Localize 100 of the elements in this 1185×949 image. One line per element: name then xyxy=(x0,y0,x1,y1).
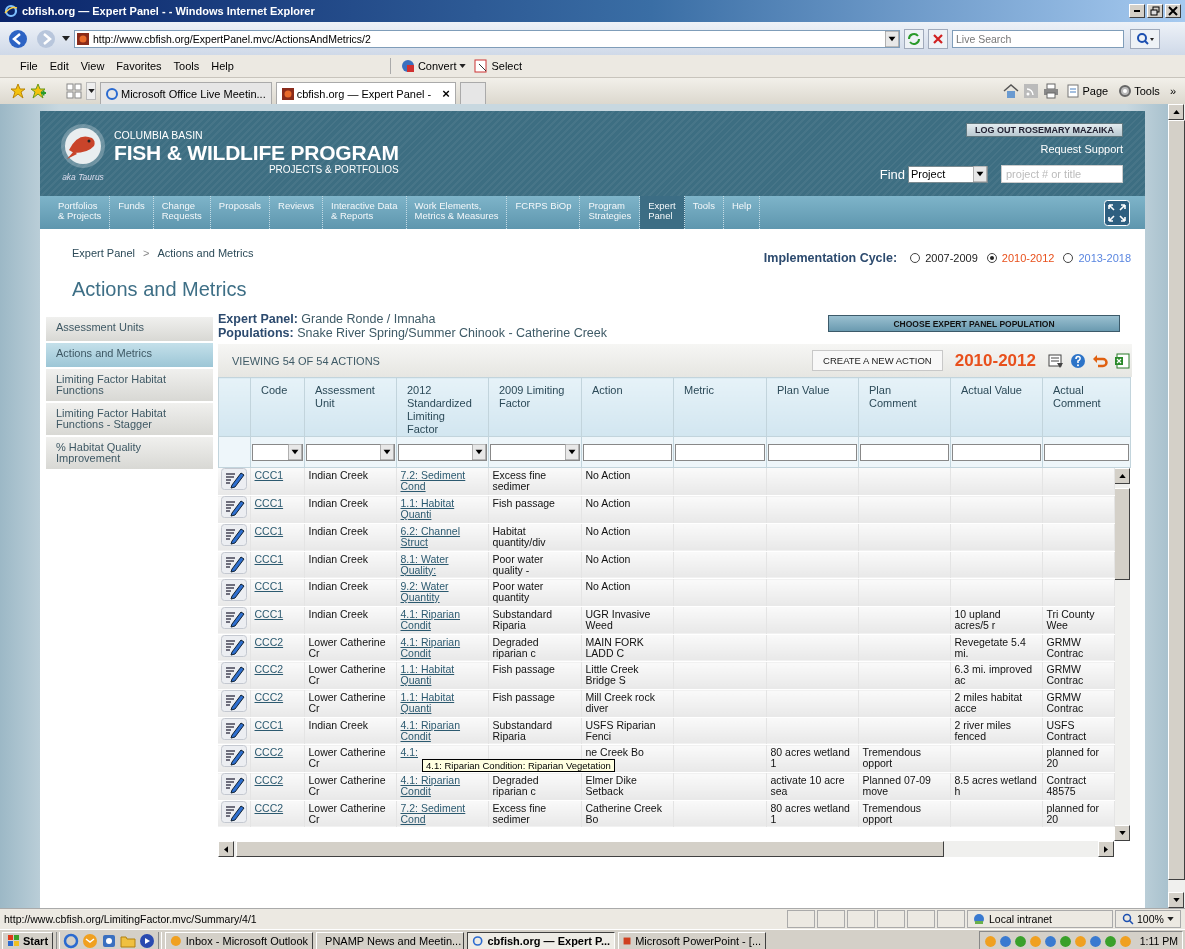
tab-list-button[interactable] xyxy=(86,82,96,100)
edit-icon[interactable] xyxy=(221,662,247,685)
media-launch-icon[interactable] xyxy=(139,933,156,949)
scroll-left-button[interactable] xyxy=(218,841,234,857)
help-icon[interactable] xyxy=(1070,352,1086,369)
table-cell-link[interactable]: 4.1: xyxy=(400,747,484,759)
edit-icon[interactable] xyxy=(221,468,247,490)
column-header[interactable]: Action xyxy=(592,384,663,397)
toolbar-button[interactable]: Convert xyxy=(396,59,471,73)
column-filter-dropdown[interactable] xyxy=(306,443,395,461)
caret-icon[interactable] xyxy=(62,36,70,41)
edit-icon[interactable] xyxy=(221,606,247,629)
column-chooser-icon[interactable] xyxy=(1048,352,1064,369)
app-launch-icon[interactable] xyxy=(101,933,118,949)
scroll-right-button[interactable] xyxy=(1098,841,1114,857)
column-filter-field[interactable] xyxy=(675,443,765,461)
column-filter-dropdown[interactable] xyxy=(490,443,580,461)
close-button[interactable] xyxy=(1165,4,1181,18)
column-header[interactable]: Code xyxy=(261,384,294,397)
scroll-up-button[interactable] xyxy=(1168,104,1184,120)
edit-icon[interactable] xyxy=(221,579,247,602)
breadcrumb-link[interactable]: Expert Panel xyxy=(72,247,135,259)
edit-icon[interactable] xyxy=(221,690,247,712)
menu-item[interactable]: Favorites xyxy=(110,60,168,72)
request-support-link[interactable]: Request Support xyxy=(1040,143,1123,155)
stop-button[interactable] xyxy=(928,28,948,49)
refresh-button[interactable] xyxy=(904,28,924,49)
toolbar-button[interactable]: Select xyxy=(470,59,527,73)
menu-item[interactable]: File xyxy=(14,60,44,72)
column-header[interactable]: Metric xyxy=(684,384,756,397)
menu-item[interactable]: View xyxy=(74,60,111,72)
column-filter-field[interactable] xyxy=(1044,443,1129,461)
start-button[interactable]: Start xyxy=(2,931,54,949)
dropdown-arrow-icon[interactable] xyxy=(885,30,899,47)
zoom-button[interactable]: 100% xyxy=(1115,910,1181,928)
search-field[interactable]: Live Search xyxy=(952,29,1124,48)
scroll-down-button[interactable] xyxy=(1114,825,1130,841)
menu-item[interactable]: Help xyxy=(205,60,240,72)
restore-button[interactable] xyxy=(1147,4,1163,18)
excel-export-icon[interactable] xyxy=(1114,352,1130,369)
column-filter-field[interactable] xyxy=(583,443,672,461)
browser-tab[interactable]: Microsoft Office Live Meetin... xyxy=(100,82,272,104)
side-nav-item[interactable]: % Habitat Quality Improvement xyxy=(46,437,213,469)
edit-icon[interactable] xyxy=(221,551,247,574)
taskbar-button[interactable]: PNAMP News and Meetin... xyxy=(316,931,465,949)
edit-icon[interactable] xyxy=(221,523,247,546)
favorites-star-icon[interactable] xyxy=(10,83,26,99)
column-filter-dropdown[interactable] xyxy=(252,443,303,461)
browser-tab[interactable]: cbfish.org — Expert Panel - × xyxy=(275,82,456,104)
command-button[interactable]: » xyxy=(1166,85,1179,97)
column-header[interactable]: Plan Value xyxy=(777,384,848,397)
column-filter-field[interactable] xyxy=(860,443,949,461)
menu-item[interactable]: Edit xyxy=(43,60,75,72)
tray-icon[interactable] xyxy=(998,934,1012,948)
print-icon[interactable] xyxy=(1043,83,1060,99)
search-button[interactable] xyxy=(1130,28,1160,49)
choose-population-button[interactable]: CHOOSE EXPERT PANEL POPULATION xyxy=(828,315,1120,332)
cycle-option-label[interactable]: 2013-2018 xyxy=(1078,252,1131,264)
address-field[interactable]: http://www.cbfish.org/ExpertPanel.mvc/ActionsAndMetrics/2 xyxy=(74,29,900,48)
tab-close-button[interactable]: × xyxy=(442,86,450,101)
create-action-button[interactable]: CREATE A NEW ACTION xyxy=(812,350,943,371)
edit-icon[interactable] xyxy=(221,773,247,796)
cycle-option-label[interactable]: 2007-2009 xyxy=(925,252,978,264)
edit-icon[interactable] xyxy=(221,496,247,519)
edit-icon[interactable] xyxy=(221,634,247,657)
column-filter-field[interactable] xyxy=(768,443,857,461)
taskbar-button[interactable]: cbfish.org — Expert P... xyxy=(467,931,616,949)
cycle-radio[interactable] xyxy=(986,253,997,263)
browser-launch-icon[interactable] xyxy=(63,933,80,949)
logout-button[interactable]: LOG OUT ROSEMARY MAZAIKA xyxy=(966,123,1123,137)
menu-item[interactable]: Tools xyxy=(167,60,206,72)
cycle-radio[interactable] xyxy=(910,253,921,263)
column-filter-field[interactable] xyxy=(952,443,1041,461)
scroll-down-button[interactable] xyxy=(1168,892,1184,908)
command-button[interactable]: Page xyxy=(1063,84,1112,98)
cycle-radio[interactable] xyxy=(1063,253,1074,263)
home-icon[interactable] xyxy=(1003,83,1020,99)
taskbar-button[interactable]: Inbox - Microsoft Outlook xyxy=(165,931,314,949)
scroll-thumb[interactable] xyxy=(236,841,944,857)
fish-logo-icon[interactable] xyxy=(60,123,106,169)
side-nav-item[interactable]: Limiting Factor Habitat Functions xyxy=(46,369,213,401)
tray-icon[interactable] xyxy=(1088,934,1102,948)
column-filter-dropdown[interactable] xyxy=(398,443,487,461)
edit-icon[interactable] xyxy=(221,800,247,823)
fullscreen-icon[interactable] xyxy=(1104,199,1130,226)
edit-icon[interactable] xyxy=(221,717,247,740)
add-favorite-icon[interactable] xyxy=(30,83,46,99)
edit-icon[interactable] xyxy=(221,745,247,768)
column-header[interactable]: Actual Value xyxy=(961,384,1032,397)
minimize-button[interactable] xyxy=(1129,4,1145,18)
side-nav-item[interactable]: Actions and Metrics xyxy=(46,343,213,367)
tray-icon[interactable] xyxy=(1043,934,1057,948)
side-nav-item[interactable]: Assessment Units xyxy=(46,317,213,341)
taskbar-button[interactable]: Microsoft PowerPoint - [... xyxy=(618,931,767,949)
side-nav-item[interactable]: Limiting Factor Habitat Functions - Stagger xyxy=(46,403,213,435)
nav-tab[interactable]: Expert Panel xyxy=(640,196,685,229)
project-search-field[interactable]: project # or title xyxy=(1001,165,1123,183)
cycle-option-label[interactable]: 2010-2012 xyxy=(1001,252,1055,264)
find-dropdown[interactable]: Project xyxy=(908,165,988,183)
command-button[interactable]: Tools xyxy=(1115,84,1163,98)
